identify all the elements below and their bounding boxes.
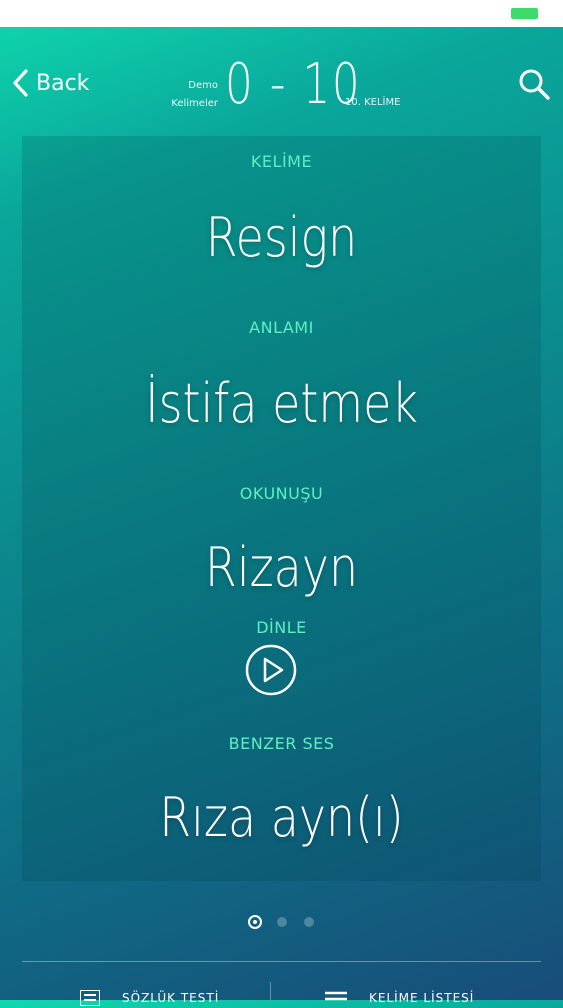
meaning-value: İstifa etmek (145, 372, 418, 435)
bottom-divider (22, 961, 541, 962)
range-number: 0 - 10 (225, 52, 362, 117)
page-dot-3[interactable] (304, 917, 314, 927)
tab-word-list[interactable]: KELİME LİSTESİ (325, 988, 474, 1008)
demo-label: Demo (188, 80, 218, 91)
header: Back Demo Kelimeler 0 - 10 10. KELİME (0, 27, 563, 132)
words-label: Kelimeler (171, 98, 218, 109)
meaning-label: ANLAMI (249, 318, 314, 337)
menu-icon (325, 991, 347, 1001)
play-icon (245, 644, 297, 696)
search-icon (519, 69, 550, 100)
tab-word-list-label: KELİME LİSTESİ (369, 991, 475, 1005)
page-dot-1[interactable] (248, 915, 262, 929)
page-dot-2[interactable] (277, 917, 287, 927)
battery-icon (511, 8, 538, 19)
search-button[interactable] (517, 67, 551, 101)
chevron-left-icon (13, 69, 28, 97)
list-icon (80, 990, 100, 1006)
back-label: Back (36, 70, 90, 96)
status-bar (0, 0, 563, 27)
range-caption: Demo Kelimeler (170, 77, 218, 113)
tab-dictionary-test[interactable]: SÖZLÜK TESTİ (80, 988, 219, 1008)
tab-divider (270, 982, 271, 1000)
word-index: 10. KELİME (345, 97, 401, 108)
play-button[interactable] (245, 644, 297, 696)
pronunciation-label: OKUNUŞU (239, 484, 324, 503)
listen-label: DİNLE (256, 618, 307, 637)
similar-sound-label: BENZER SES (228, 734, 335, 753)
similar-sound-value: Rıza ayn(ı) (159, 786, 404, 849)
page-indicator (246, 914, 321, 930)
pronunciation-value: Rizayn (204, 536, 359, 599)
tab-dictionary-test-label: SÖZLÜK TESTİ (122, 991, 220, 1005)
back-button[interactable]: Back (10, 67, 89, 99)
word-range: Demo Kelimeler 0 - 10 10. KELİME (170, 53, 400, 123)
word-card: KELİME Resign ANLAMI İstifa etmek OKUNUŞ… (22, 136, 541, 881)
word-label: KELİME (250, 152, 313, 171)
word-value: Resign (205, 206, 358, 269)
